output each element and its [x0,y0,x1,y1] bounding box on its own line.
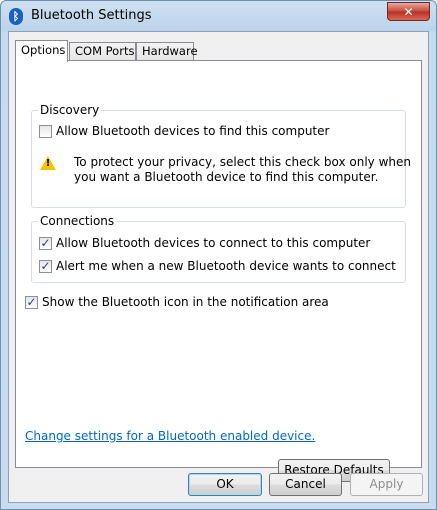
warning-text-line2: you want a Bluetooth device to find this… [74,170,379,184]
bluetooth-settings-window: ᛒ Bluetooth Settings ✕ Options COM Ports… [0,0,437,510]
alert-new-device-label: Alert me when a new Bluetooth device wan… [56,259,396,273]
alert-new-device-checkbox-row[interactable]: Alert me when a new Bluetooth device wan… [39,258,396,274]
allow-connect-label: Allow Bluetooth devices to connect to th… [56,236,371,250]
window-title: Bluetooth Settings [31,8,152,23]
ok-button[interactable]: OK [188,473,262,496]
allow-find-checkbox[interactable] [39,125,52,138]
title-bar[interactable]: ᛒ Bluetooth Settings ✕ [1,1,436,31]
bluetooth-icon: ᛒ [9,8,23,25]
apply-button[interactable]: Apply [350,473,423,496]
show-icon-checkbox[interactable] [25,294,38,310]
tab-options[interactable]: Options [15,40,68,62]
dialog-client-area: Options COM Ports Hardware Discovery All… [8,31,429,503]
change-device-settings-link[interactable]: Change settings for a Bluetooth enabled … [25,429,315,443]
allow-find-label: Allow Bluetooth devices to find this com… [56,124,330,138]
show-icon-checkbox-row[interactable]: Show the Bluetooth icon in the notificat… [25,294,329,310]
allow-connect-checkbox-row[interactable]: Allow Bluetooth devices to connect to th… [39,235,370,251]
allow-find-checkbox-row[interactable]: Allow Bluetooth devices to find this com… [39,123,329,139]
options-panel: Discovery Allow Bluetooth devices to fin… [15,60,422,482]
connections-group-title: Connections [38,213,117,229]
show-icon-label: Show the Bluetooth icon in the notificat… [42,295,329,309]
close-button[interactable]: ✕ [387,2,430,21]
warning-text-line1: To protect your privacy, select this che… [74,155,411,169]
allow-connect-checkbox[interactable] [39,235,52,251]
discovery-group-title: Discovery [38,102,102,118]
alert-new-device-checkbox[interactable] [39,258,52,274]
tab-hardware[interactable]: Hardware [136,42,198,61]
cancel-button[interactable]: Cancel [269,473,342,496]
warning-icon-mark: ! [45,158,51,169]
tab-com-ports[interactable]: COM Ports [69,42,136,61]
